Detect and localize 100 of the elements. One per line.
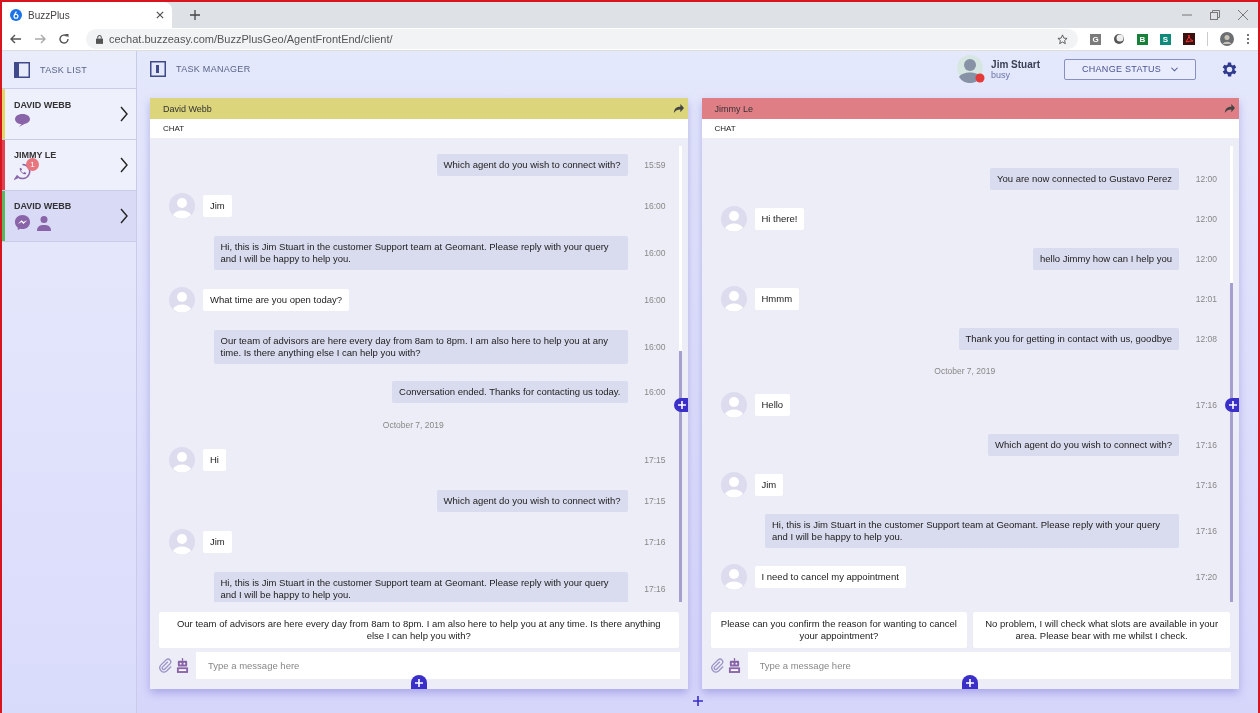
add-button[interactable] (962, 675, 979, 689)
task-item[interactable]: DAVID WEBB (2, 191, 136, 242)
message-time: 17:15 (644, 455, 666, 465)
address-field[interactable]: cechat.buzzeasy.com/BuzzPlusGeo/AgentFrontEnd/client/ (86, 29, 1078, 49)
sidebar-title: TASK LIST (40, 64, 88, 75)
message-bubble: Thank you for getting in contact with us, goodbye (958, 328, 1179, 350)
more-icon[interactable] (1246, 33, 1250, 45)
caret-icon (1171, 66, 1179, 72)
message-bubble: Which agent do you wish to connect with? (436, 490, 628, 512)
extension-icon[interactable] (1113, 33, 1125, 45)
restore-icon[interactable] (1210, 10, 1220, 20)
task-item[interactable]: JIMMY LE 1 (2, 140, 136, 191)
contact-name: DAVID WEBB (14, 201, 73, 211)
pdf-icon[interactable] (1183, 33, 1195, 45)
avatar-icon (169, 193, 195, 219)
suggested-reply[interactable]: Please can you confirm the reason for wanting to cancel your appointment? (710, 612, 968, 648)
panel-icon[interactable] (150, 61, 166, 77)
message-time: 17:15 (644, 496, 666, 506)
lock-icon (96, 34, 103, 44)
user-name: Jim Stuart (991, 58, 1040, 70)
message-bubble: Which agent do you wish to connect with? (436, 154, 628, 176)
message-bubble: hello Jimmy how can I help you (1033, 248, 1179, 270)
close-icon[interactable] (156, 11, 164, 19)
message-input[interactable]: Type a message here (747, 652, 1231, 679)
message-time: 16:00 (644, 295, 666, 305)
forward-arrow-icon[interactable] (1224, 103, 1235, 114)
avatar-icon (720, 286, 747, 312)
robot-icon[interactable] (176, 658, 189, 673)
avatar-icon (169, 287, 195, 313)
avatar-icon (720, 472, 747, 498)
add-button[interactable] (410, 675, 427, 689)
paperclip-icon[interactable] (709, 658, 725, 673)
message-time: 17:20 (1195, 572, 1217, 582)
paperclip-icon[interactable] (158, 658, 173, 673)
star-icon[interactable] (1057, 33, 1068, 45)
contact-name: JIMMY LE (14, 150, 58, 160)
avatar-icon (169, 447, 195, 473)
message-bubble: Jim (203, 195, 232, 217)
chat-header: David Webb (150, 98, 688, 119)
person-icon (36, 214, 52, 231)
message-time: 17:16 (1195, 440, 1217, 450)
new-tab-icon[interactable] (190, 10, 200, 20)
message-bubble: Jim (754, 474, 784, 496)
messenger-icon (14, 214, 31, 231)
user-avatar-icon (957, 55, 986, 83)
chat-tab[interactable]: CHAT (714, 124, 736, 133)
chat-header: Jimmy Le (701, 98, 1239, 119)
contact-name: DAVID WEBB (14, 100, 73, 110)
message-time: 17:16 (1195, 400, 1217, 410)
message-bubble: I need to cancel my appointment (754, 566, 906, 588)
message-bubble: Hi, this is Jim Stuart in the customer Support team at Geomant. Please reply with your query and I will be happy to help you. (213, 236, 628, 270)
message-bubble: Hello (754, 394, 791, 416)
phone-bubble-icon (14, 163, 31, 180)
chevron-right-icon[interactable] (120, 106, 128, 122)
message-time: 17:16 (644, 537, 666, 547)
forward-arrow-icon[interactable] (672, 103, 684, 114)
add-button[interactable] (1225, 398, 1239, 412)
task-item[interactable]: DAVID WEBB (2, 89, 136, 140)
chat-tab[interactable]: CHAT (163, 124, 185, 133)
extension-icon[interactable]: G (1090, 33, 1101, 45)
message-bubble: Hmmm (754, 288, 800, 310)
message-bubble: Jim (203, 531, 232, 553)
message-bubble: Which agent do you wish to connect with? (988, 434, 1179, 456)
suggested-reply[interactable]: No problem, I will check what slots are available in your area. Please bear with me whilst I check. (973, 612, 1230, 648)
message-bubble: Hi, this is Jim Stuart in the customer Support team at Geomant. Please reply with your query and I will be happy to help you. (213, 572, 628, 602)
change-status-button[interactable]: CHANGE STATUS (1064, 58, 1196, 80)
back-icon[interactable] (10, 33, 22, 45)
robot-icon[interactable] (727, 658, 741, 673)
browser-tab[interactable]: BuzzPlus (2, 2, 172, 28)
message-time: 17:16 (1195, 480, 1217, 490)
message-time: 16:00 (644, 248, 666, 258)
message-bubble: Hi there! (754, 208, 805, 230)
message-bubble: Hi, this is Jim Stuart in the customer Support team at Geomant. Please reply with your query and I will be happy to help you. (765, 514, 1179, 548)
message-time: 12:08 (1195, 334, 1217, 344)
reload-icon[interactable] (58, 33, 70, 45)
chevron-right-icon[interactable] (120, 157, 128, 173)
extension-icon[interactable]: S (1160, 33, 1171, 45)
message-time: 12:00 (1195, 254, 1217, 264)
avatar-icon (169, 529, 195, 555)
message-input[interactable]: Type a message here (196, 652, 680, 679)
message-time: 17:16 (644, 584, 666, 594)
message-time: 12:00 (1195, 214, 1217, 224)
message-time: 16:00 (644, 387, 666, 397)
extension-icon[interactable]: B (1137, 33, 1148, 45)
message-bubble: Hi (203, 449, 226, 471)
avatar-icon (720, 392, 747, 418)
message-bubble: You are now connected to Gustavo Perez (990, 168, 1179, 190)
tab-title: BuzzPlus (28, 9, 71, 21)
avatar-icon (720, 206, 747, 232)
message-time: 16:00 (644, 342, 666, 352)
add-button[interactable] (673, 398, 688, 412)
add-icon[interactable] (692, 696, 703, 706)
profile-avatar-icon[interactable] (1220, 32, 1234, 46)
message-time: 15:59 (644, 160, 666, 170)
user-status: busy (991, 69, 1012, 80)
sms-bubble-icon (14, 113, 31, 128)
chevron-right-icon[interactable] (120, 208, 128, 224)
suggested-reply[interactable]: Our team of advisors are here every day from 8am to 8pm. I am also here to help you at any time. Is there anything else I can help you with? (159, 612, 679, 648)
panel-icon[interactable] (14, 61, 30, 78)
date-separator: October 7, 2019 (381, 420, 445, 430)
